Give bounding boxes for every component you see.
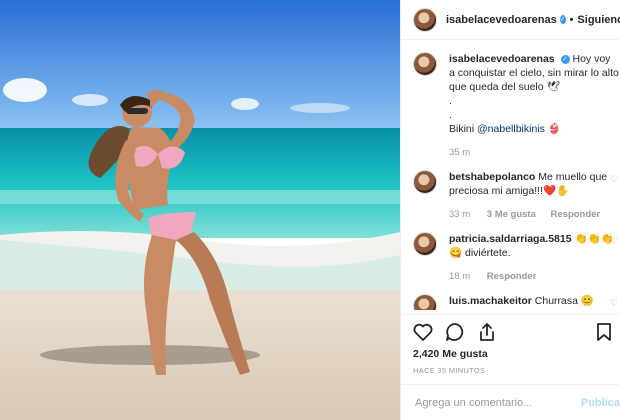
- beach-photo-image: [0, 0, 400, 420]
- comment-text: Churrasa 😊: [534, 295, 594, 307]
- post-photo[interactable]: [0, 0, 400, 420]
- heart-icon[interactable]: [411, 320, 435, 344]
- reply-button[interactable]: Responder: [487, 271, 537, 282]
- avatar[interactable]: [413, 232, 437, 256]
- caption-mention[interactable]: @nabellbikinis 👙: [477, 123, 561, 135]
- heart-icon[interactable]: ♡: [610, 236, 618, 247]
- post-actions: [401, 314, 620, 348]
- publish-button[interactable]: Publica: [581, 397, 620, 409]
- verified-icon: ✓: [560, 54, 570, 64]
- verified-icon: ✓: [559, 15, 566, 24]
- post-header: isabelacevedoarenas ✓ • Siguiendo •: [401, 0, 620, 40]
- list-item: luis.machakeitor Churrasa 😊 ♡: [413, 294, 620, 310]
- avatar[interactable]: [413, 7, 437, 32]
- follow-button[interactable]: Siguiendo: [577, 14, 620, 26]
- reply-button[interactable]: Responder: [551, 209, 601, 220]
- caption-dot: .: [449, 109, 452, 121]
- comment-box: Publica: [401, 384, 620, 420]
- header-username[interactable]: isabelacevedoarenas: [446, 14, 557, 26]
- post-time[interactable]: HACE 35 MINUTOS: [413, 366, 485, 375]
- comment-time[interactable]: 18 m: [449, 271, 470, 282]
- list-item: patricia.saldarriaga.5815 👏👏👏 😋 diviérte…: [413, 232, 620, 284]
- likes-count[interactable]: 2,420 Me gusta: [413, 348, 488, 360]
- caption-time[interactable]: 35 m: [449, 147, 470, 158]
- comment-username[interactable]: luis.machakeitor: [449, 295, 532, 307]
- avatar[interactable]: [413, 294, 437, 310]
- comment-username[interactable]: betshabepolanco: [449, 171, 535, 183]
- header-separator: •: [569, 13, 574, 26]
- caption: isabelacevedoarenas ✓ Hoy voy a conquist…: [413, 52, 620, 160]
- comments-list[interactable]: isabelacevedoarenas ✓ Hoy voy a conquist…: [401, 40, 620, 310]
- comment-likes[interactable]: 3 Me gusta: [487, 209, 536, 220]
- comment-icon[interactable]: [443, 320, 467, 344]
- caption-dot: .: [449, 95, 452, 107]
- heart-icon[interactable]: ♡: [610, 174, 618, 185]
- caption-username[interactable]: isabelacevedoarenas: [449, 53, 555, 65]
- comment-time[interactable]: 33 m: [449, 209, 470, 220]
- caption-bikini-label: Bikini: [449, 123, 475, 135]
- avatar[interactable]: [413, 170, 437, 194]
- avatar[interactable]: [413, 52, 437, 76]
- comment-username[interactable]: patricia.saldarriaga.5815: [449, 233, 572, 245]
- heart-icon[interactable]: ♡: [610, 298, 618, 309]
- post-panel: isabelacevedoarenas ✓ • Siguiendo • isab…: [400, 0, 620, 420]
- list-item: betshabepolanco Me muello que preciosa m…: [413, 170, 620, 222]
- share-icon[interactable]: [475, 320, 499, 344]
- comment-input[interactable]: [413, 395, 575, 410]
- bookmark-icon[interactable]: [592, 320, 616, 344]
